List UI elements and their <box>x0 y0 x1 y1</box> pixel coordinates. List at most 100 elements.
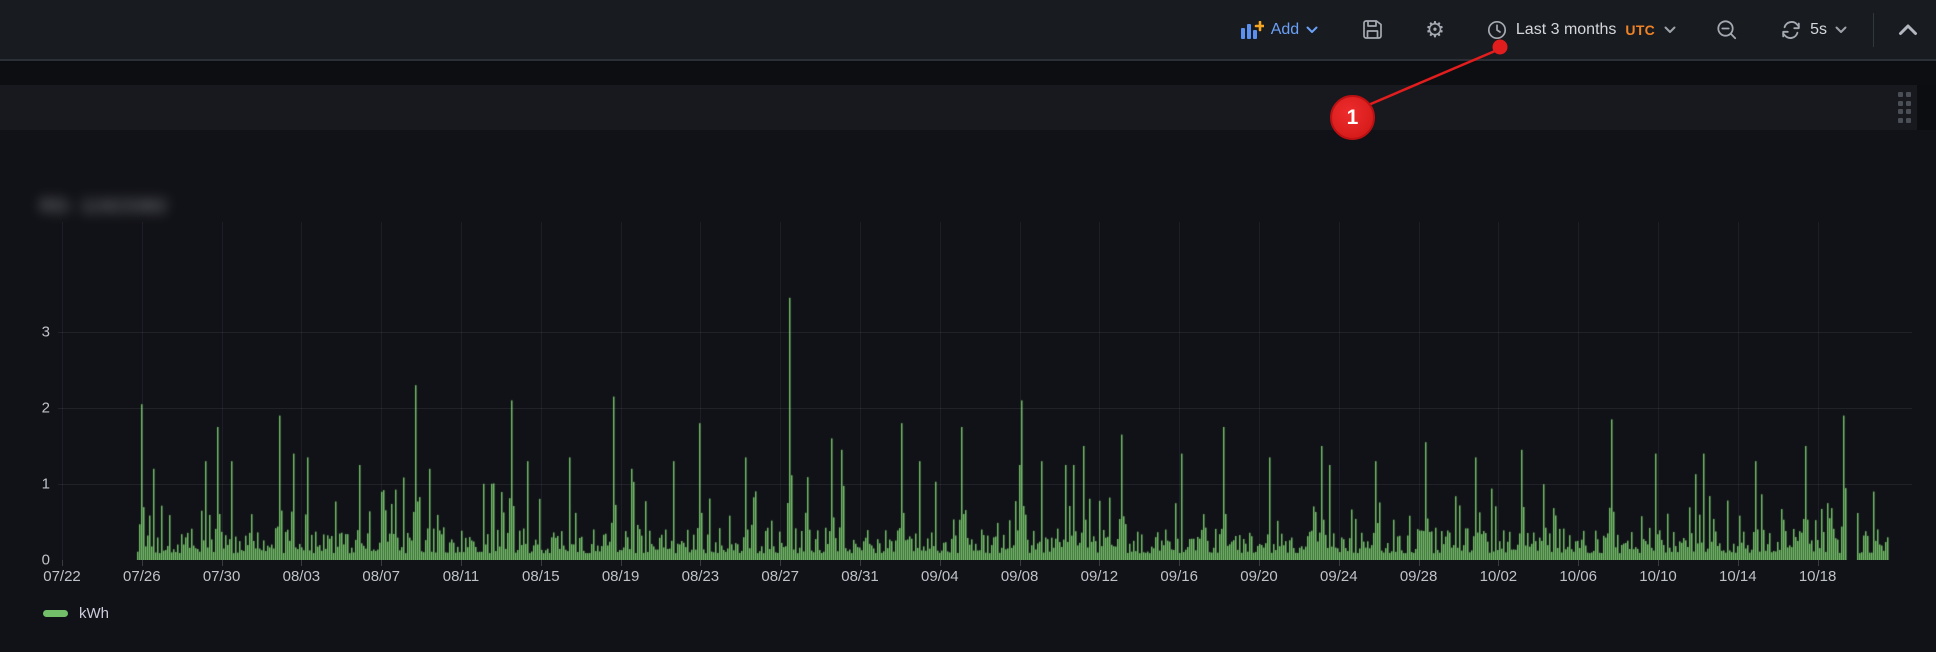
x-gridline <box>860 222 861 560</box>
x-axis-tick-label: 07/26 <box>123 568 161 585</box>
x-gridline <box>541 222 542 560</box>
x-tick-mark <box>1179 560 1180 566</box>
x-gridline <box>1498 222 1499 560</box>
add-button-label: Add <box>1271 21 1299 39</box>
time-range-picker[interactable]: Last 3 months UTC <box>1487 20 1676 40</box>
x-axis-tick-label: 08/07 <box>362 568 400 585</box>
x-gridline <box>1259 222 1260 560</box>
legend-item-kwh[interactable]: kWh <box>43 605 109 622</box>
x-axis-tick-label: 07/30 <box>203 568 241 585</box>
x-axis-tick-label: 08/15 <box>522 568 560 585</box>
x-axis-tick-label: 10/02 <box>1480 568 1518 585</box>
x-tick-mark <box>301 560 302 566</box>
zoom-out-time-button[interactable] <box>1716 19 1738 41</box>
floppy-save-icon <box>1362 19 1383 40</box>
grafana-dashboard: Add ⚙ Last 3 months UTC <box>0 0 1936 652</box>
x-axis-tick-label: 08/23 <box>682 568 720 585</box>
x-gridline <box>700 222 701 560</box>
x-tick-mark <box>621 560 622 566</box>
x-axis-tick-label: 09/04 <box>921 568 959 585</box>
annotation-badge-1: 1 <box>1330 95 1375 140</box>
x-gridline <box>142 222 143 560</box>
refresh-button[interactable]: 5s <box>1780 19 1847 41</box>
y-axis-tick-label: 3 <box>0 324 50 341</box>
x-axis-tick-label: 08/19 <box>602 568 640 585</box>
refresh-icon <box>1780 19 1802 41</box>
x-gridline <box>621 222 622 560</box>
panel-drag-handle-icon[interactable] <box>1898 92 1912 123</box>
refresh-interval-label: 5s <box>1810 21 1827 39</box>
add-panel-icon <box>1241 21 1264 39</box>
legend-label: kWh <box>79 605 109 622</box>
y-gridline <box>58 484 1912 485</box>
x-tick-mark <box>700 560 701 566</box>
x-tick-mark <box>780 560 781 566</box>
x-axis-tick-label: 08/03 <box>283 568 321 585</box>
x-tick-mark <box>461 560 462 566</box>
x-axis-tick-label: 09/20 <box>1240 568 1278 585</box>
x-tick-mark <box>62 560 63 566</box>
x-axis-tick-label: 07/22 <box>43 568 81 585</box>
timezone-label: UTC <box>1625 22 1655 38</box>
x-axis-tick-label: 10/06 <box>1559 568 1597 585</box>
x-tick-mark <box>940 560 941 566</box>
x-axis-tick-label: 08/27 <box>761 568 799 585</box>
dashboard-toolbar: Add ⚙ Last 3 months UTC <box>0 0 1936 61</box>
x-tick-mark <box>1658 560 1659 566</box>
clock-icon <box>1487 20 1507 40</box>
dashboard-settings-button[interactable]: ⚙ <box>1425 19 1445 41</box>
x-gridline <box>301 222 302 560</box>
x-tick-mark <box>381 560 382 566</box>
x-tick-mark <box>1419 560 1420 566</box>
chevron-down-icon <box>1664 26 1676 34</box>
chevron-down-icon <box>1835 26 1847 34</box>
x-axis-tick-label: 10/14 <box>1719 568 1757 585</box>
x-tick-mark <box>1339 560 1340 566</box>
x-tick-mark <box>1498 560 1499 566</box>
x-axis-tick-label: 08/31 <box>841 568 879 585</box>
chevron-down-icon <box>1306 26 1318 34</box>
x-tick-mark <box>1738 560 1739 566</box>
time-range-label: Last 3 months <box>1516 21 1617 39</box>
x-gridline <box>1179 222 1180 560</box>
x-tick-mark <box>222 560 223 566</box>
x-gridline <box>940 222 941 560</box>
y-axis-tick-label: 2 <box>0 400 50 417</box>
x-tick-mark <box>1099 560 1100 566</box>
x-axis-tick-label: 08/11 <box>443 568 479 585</box>
kwh-bars-canvas <box>58 215 1912 560</box>
y-gridline <box>58 332 1912 333</box>
add-button[interactable]: Add <box>1241 21 1318 39</box>
x-gridline <box>1818 222 1819 560</box>
timeseries-panel: RD- 11923382 012307/2207/2607/3008/0308/… <box>0 130 1936 652</box>
gear-icon: ⚙ <box>1425 19 1445 41</box>
x-gridline <box>1339 222 1340 560</box>
x-gridline <box>1020 222 1021 560</box>
magnifier-minus-icon <box>1716 19 1738 41</box>
collapse-toolbar-button[interactable] <box>1898 23 1918 36</box>
x-gridline <box>1099 222 1100 560</box>
x-gridline <box>1419 222 1420 560</box>
x-tick-mark <box>541 560 542 566</box>
save-dashboard-button[interactable] <box>1362 19 1383 40</box>
x-gridline <box>1738 222 1739 560</box>
kwh-chart-plot[interactable]: 012307/2207/2607/3008/0308/0708/1108/150… <box>0 130 1936 652</box>
x-axis-tick-label: 09/16 <box>1160 568 1198 585</box>
x-axis-tick-label: 10/18 <box>1799 568 1837 585</box>
panel-header-row <box>0 85 1917 130</box>
chevron-up-icon <box>1898 23 1918 36</box>
x-gridline <box>381 222 382 560</box>
x-axis-tick-label: 10/10 <box>1639 568 1677 585</box>
y-axis-tick-label: 0 <box>0 552 50 569</box>
x-gridline <box>461 222 462 560</box>
x-gridline <box>222 222 223 560</box>
x-axis-tick-label: 09/12 <box>1081 568 1119 585</box>
legend-color-swatch <box>43 610 68 617</box>
x-gridline <box>1658 222 1659 560</box>
x-tick-mark <box>1020 560 1021 566</box>
x-tick-mark <box>1578 560 1579 566</box>
x-gridline <box>62 222 63 560</box>
toolbar-divider <box>1873 13 1874 47</box>
x-axis-tick-label: 09/28 <box>1400 568 1438 585</box>
annotation-badge-number: 1 <box>1347 106 1359 130</box>
